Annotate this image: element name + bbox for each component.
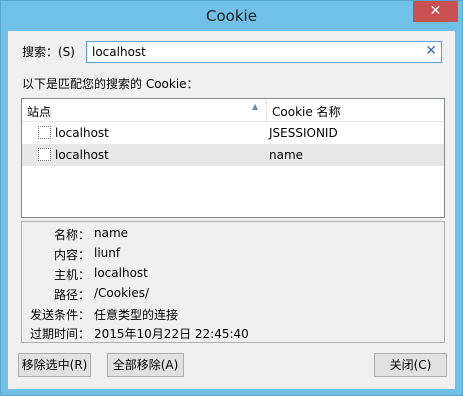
cell-site: localhost — [55, 148, 109, 162]
detail-value: name — [94, 226, 129, 240]
column-header-site[interactable]: 站点 — [27, 103, 51, 120]
close-window-button[interactable]: ✕ — [413, 1, 458, 22]
cell-site: localhost — [55, 126, 109, 140]
cookie-window: Cookie ✕ 搜索：(S) localhost ✕ 以下是匹配您的搜索的 C… — [0, 0, 463, 396]
close-button[interactable]: 关闭(C) — [374, 353, 447, 377]
cookie-details: 名称： name 内容： liunf 主机： localhost 路径： /Co… — [21, 221, 445, 343]
search-label: 搜索：(S) — [22, 45, 75, 59]
detail-value: liunf — [94, 246, 121, 260]
detail-expires: 过期时间： 2015年10月22日 22:45:40 — [22, 325, 442, 343]
cell-cookie-name: JSESSIONID — [269, 126, 338, 140]
column-divider[interactable] — [266, 99, 267, 121]
dialog-body: 搜索：(S) localhost ✕ 以下是匹配您的搜索的 Cookie： 站点… — [8, 31, 455, 389]
search-input[interactable]: localhost ✕ — [86, 41, 442, 63]
detail-label: 名称： — [53, 228, 90, 242]
detail-label: 内容： — [53, 248, 90, 262]
results-description: 以下是匹配您的搜索的 Cookie： — [22, 77, 199, 91]
detail-value: 任意类型的连接 — [94, 308, 179, 322]
detail-host: 主机： localhost — [22, 266, 442, 284]
detail-path: 路径： /Cookies/ — [22, 286, 442, 304]
cookie-list-header: 站点 ▲ Cookie 名称 — [22, 99, 444, 122]
cookie-list[interactable]: 站点 ▲ Cookie 名称 localhost JSESSIONID loca… — [21, 98, 445, 218]
cell-cookie-name: name — [269, 148, 304, 162]
row-icon — [38, 148, 51, 161]
detail-name: 名称： name — [22, 226, 442, 244]
list-item[interactable]: localhost JSESSIONID — [22, 122, 444, 144]
detail-content: 内容： liunf — [22, 246, 442, 264]
column-header-cookie-name[interactable]: Cookie 名称 — [272, 103, 341, 120]
detail-send-for: 发送条件： 任意类型的连接 — [22, 306, 442, 324]
clear-search-icon[interactable]: ✕ — [425, 43, 437, 59]
title-bar[interactable]: Cookie ✕ — [1, 1, 462, 31]
detail-value: /Cookies/ — [94, 286, 150, 300]
detail-label: 过期时间： — [29, 327, 90, 341]
search-input-value: localhost — [92, 45, 146, 59]
detail-label: 主机： — [53, 268, 90, 282]
close-icon: ✕ — [429, 3, 442, 19]
window-title: Cookie — [206, 7, 257, 25]
remove-all-button[interactable]: 全部移除(A) — [107, 353, 184, 377]
sort-ascending-icon: ▲ — [252, 102, 259, 111]
detail-label: 发送条件： — [29, 308, 90, 322]
detail-value: localhost — [94, 266, 148, 280]
row-icon — [38, 126, 51, 139]
remove-selected-button[interactable]: 移除选中(R) — [18, 353, 91, 377]
detail-label: 路径： — [53, 288, 90, 302]
list-item-selected[interactable]: localhost name — [22, 144, 444, 166]
detail-value: 2015年10月22日 22:45:40 — [94, 327, 249, 341]
